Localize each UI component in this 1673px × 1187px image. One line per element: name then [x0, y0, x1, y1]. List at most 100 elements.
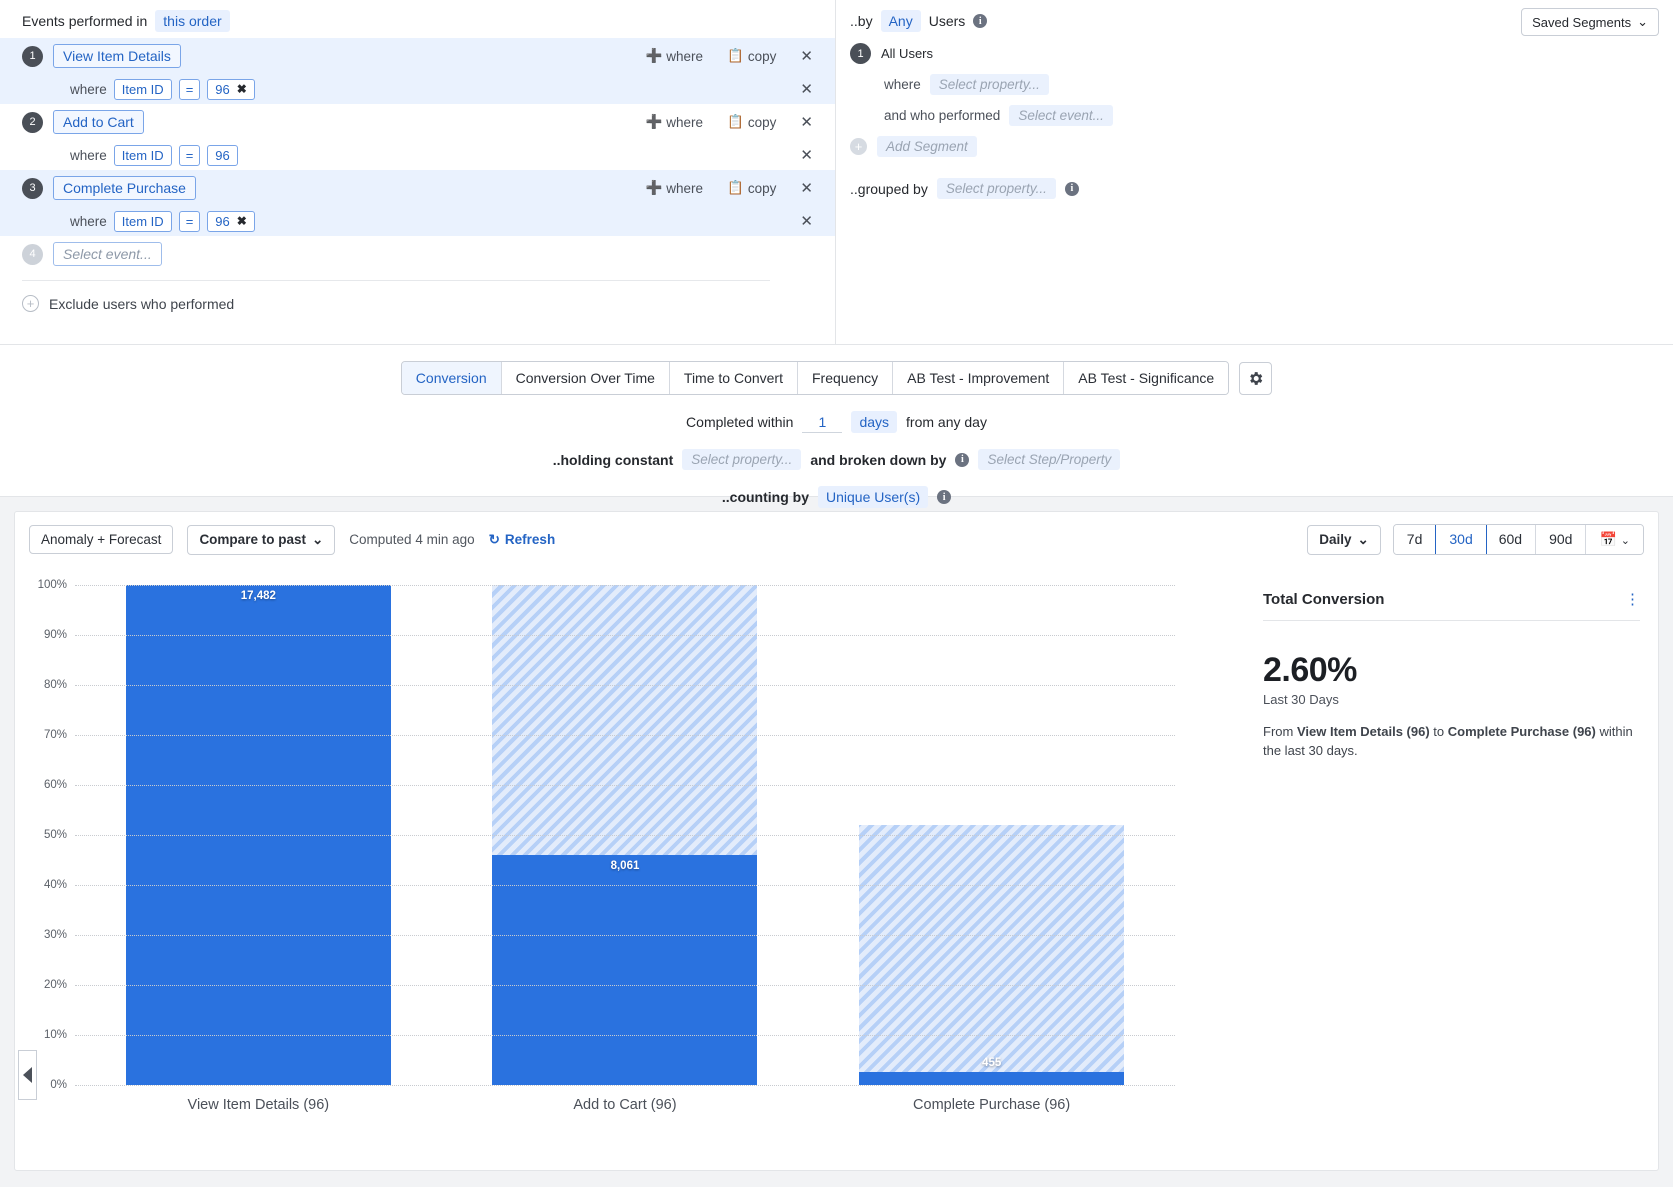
range-7d[interactable]: 7d: [1394, 525, 1437, 554]
info-icon-grouped-by[interactable]: i: [1065, 182, 1079, 196]
chevron-left-icon: [23, 1067, 32, 1083]
bar-column[interactable]: 17,482: [126, 577, 391, 1085]
copy-icon: 📋: [727, 48, 744, 64]
chart-body: 17,4828,061455 100%90%80%70%60%50%40%30%…: [15, 567, 1658, 1170]
event-name-1[interactable]: View Item Details: [53, 44, 181, 68]
refresh-button[interactable]: ↻ Refresh: [489, 532, 556, 548]
remove-filter-1[interactable]: ✕: [800, 82, 813, 97]
range-30d[interactable]: 30d: [1435, 524, 1486, 555]
select-event-placeholder[interactable]: Select event...: [53, 242, 162, 266]
filter-operator-2[interactable]: =: [179, 145, 201, 166]
custom-date-range-button[interactable]: 📅 ⌄: [1586, 525, 1643, 554]
remove-step-1[interactable]: ✕: [800, 49, 813, 64]
filter-property-3[interactable]: Item ID: [114, 211, 172, 232]
event-name-2[interactable]: Add to Cart: [53, 110, 144, 134]
filter-value-2[interactable]: 96: [207, 145, 237, 166]
copy-button-1[interactable]: 📋 copy: [727, 48, 776, 64]
events-panel: Events performed in this order 1 View It…: [0, 0, 836, 344]
add-segment-label[interactable]: Add Segment: [877, 136, 977, 157]
step-number-2: 2: [22, 112, 43, 133]
desc-to-step: Complete Purchase (96): [1448, 724, 1596, 739]
gridline: [75, 735, 1175, 736]
info-icon-users[interactable]: i: [973, 14, 987, 28]
summary-title: Total Conversion: [1263, 591, 1384, 608]
filter-operator-3[interactable]: =: [179, 211, 201, 232]
event-step-row-4: 4 Select event...: [0, 236, 835, 272]
bar-group: 17,482 8,061 455: [75, 577, 1175, 1085]
remove-step-2[interactable]: ✕: [800, 115, 813, 130]
holding-constant-select[interactable]: Select property...: [682, 449, 801, 470]
remove-filter-2[interactable]: ✕: [800, 148, 813, 163]
analysis-tabs: Conversion Conversion Over Time Time to …: [0, 361, 1673, 395]
exclude-users-button[interactable]: + Exclude users who performed: [0, 281, 835, 326]
add-where-label-2: where: [666, 115, 703, 130]
copy-icon: 📋: [727, 114, 744, 130]
summary-menu-icon[interactable]: ⋮: [1625, 592, 1640, 607]
granularity-button[interactable]: Daily ⌄: [1307, 525, 1381, 555]
bar-value-label: 455: [859, 1057, 1124, 1069]
info-icon-broken-down[interactable]: i: [955, 453, 969, 467]
segment-property-select[interactable]: Select property...: [930, 74, 1049, 95]
remove-step-3[interactable]: ✕: [800, 181, 813, 196]
segment-name[interactable]: All Users: [881, 46, 933, 61]
tab-conversion[interactable]: Conversion: [402, 362, 502, 394]
filter-value-1[interactable]: 96 ✖: [207, 79, 255, 100]
event-name-3[interactable]: Complete Purchase: [53, 176, 196, 200]
compare-to-past-button[interactable]: Compare to past ⌄: [187, 525, 335, 555]
add-where-button-2[interactable]: ➕ where: [645, 114, 703, 130]
any-chip[interactable]: Any: [881, 10, 921, 32]
add-where-button-3[interactable]: ➕ where: [645, 180, 703, 196]
add-where-button-1[interactable]: ➕ where: [645, 48, 703, 64]
tab-ab-test-significance[interactable]: AB Test - Significance: [1064, 362, 1228, 394]
anomaly-forecast-button[interactable]: Anomaly + Forecast: [29, 525, 173, 554]
segment-event-select[interactable]: Select event...: [1009, 105, 1113, 126]
x-axis-label: Complete Purchase (96): [859, 1097, 1124, 1113]
chart-section: Anomaly + Forecast Compare to past ⌄ Com…: [0, 497, 1673, 1187]
settings-gear-button[interactable]: [1239, 362, 1272, 395]
tab-frequency[interactable]: Frequency: [798, 362, 893, 394]
filter-property-1[interactable]: Item ID: [114, 79, 172, 100]
range-60d[interactable]: 60d: [1486, 525, 1536, 554]
bar-converted-segment: 455: [859, 1072, 1124, 1085]
bar-column[interactable]: 455: [859, 577, 1124, 1085]
events-panel-header: Events performed in this order: [0, 0, 835, 38]
total-conversion-description: From View Item Details (96) to Complete …: [1263, 723, 1640, 761]
tab-conversion-over-time[interactable]: Conversion Over Time: [502, 362, 670, 394]
gridline: [75, 885, 1175, 886]
copy-button-3[interactable]: 📋 copy: [727, 180, 776, 196]
filter-property-2[interactable]: Item ID: [114, 145, 172, 166]
remove-filter-3[interactable]: ✕: [800, 214, 813, 229]
copy-button-2[interactable]: 📋 copy: [727, 114, 776, 130]
filter-value-3[interactable]: 96 ✖: [207, 211, 255, 232]
clear-value-icon-3[interactable]: ✖: [237, 214, 247, 228]
chevron-down-icon: ⌄: [1357, 532, 1368, 548]
step-number-4: 4: [22, 244, 43, 265]
tab-time-to-convert[interactable]: Time to Convert: [670, 362, 798, 394]
broken-down-by-select[interactable]: Select Step/Property: [978, 449, 1120, 470]
counting-by-label: ..counting by: [722, 489, 809, 505]
counting-by-select[interactable]: Unique User(s): [818, 486, 928, 508]
days-unit-chip[interactable]: days: [851, 411, 897, 433]
chart-card: Anomaly + Forecast Compare to past ⌄ Com…: [14, 511, 1659, 1171]
saved-segments-button[interactable]: Saved Segments ⌄: [1521, 8, 1659, 36]
query-builder: Events performed in this order 1 View It…: [0, 0, 1673, 345]
y-tick-label: 80%: [15, 679, 67, 691]
y-tick-label: 70%: [15, 729, 67, 741]
x-axis-labels: View Item Details (96)Add to Cart (96)Co…: [75, 1085, 1175, 1125]
y-tick-label: 50%: [15, 829, 67, 841]
event-step-row-2: 2 Add to Cart ➕ where 📋 copy ✕: [0, 104, 835, 140]
x-axis-label: View Item Details (96): [126, 1097, 391, 1113]
filter-operator-1[interactable]: =: [179, 79, 201, 100]
collapse-sidebar-handle[interactable]: [18, 1050, 37, 1100]
add-segment-row[interactable]: + Add Segment: [836, 131, 1673, 162]
grouped-by-select[interactable]: Select property...: [937, 178, 1056, 199]
event-order-chip[interactable]: this order: [155, 10, 229, 32]
bar-column[interactable]: 8,061: [492, 577, 757, 1085]
chevron-down-icon: ⌄: [1621, 535, 1630, 547]
range-90d[interactable]: 90d: [1536, 525, 1586, 554]
clear-value-icon-1[interactable]: ✖: [237, 82, 247, 96]
y-tick-label: 30%: [15, 929, 67, 941]
tab-ab-test-improvement[interactable]: AB Test - Improvement: [893, 362, 1064, 394]
computed-timestamp: Computed 4 min ago: [349, 532, 474, 547]
completed-within-input[interactable]: [802, 412, 842, 433]
